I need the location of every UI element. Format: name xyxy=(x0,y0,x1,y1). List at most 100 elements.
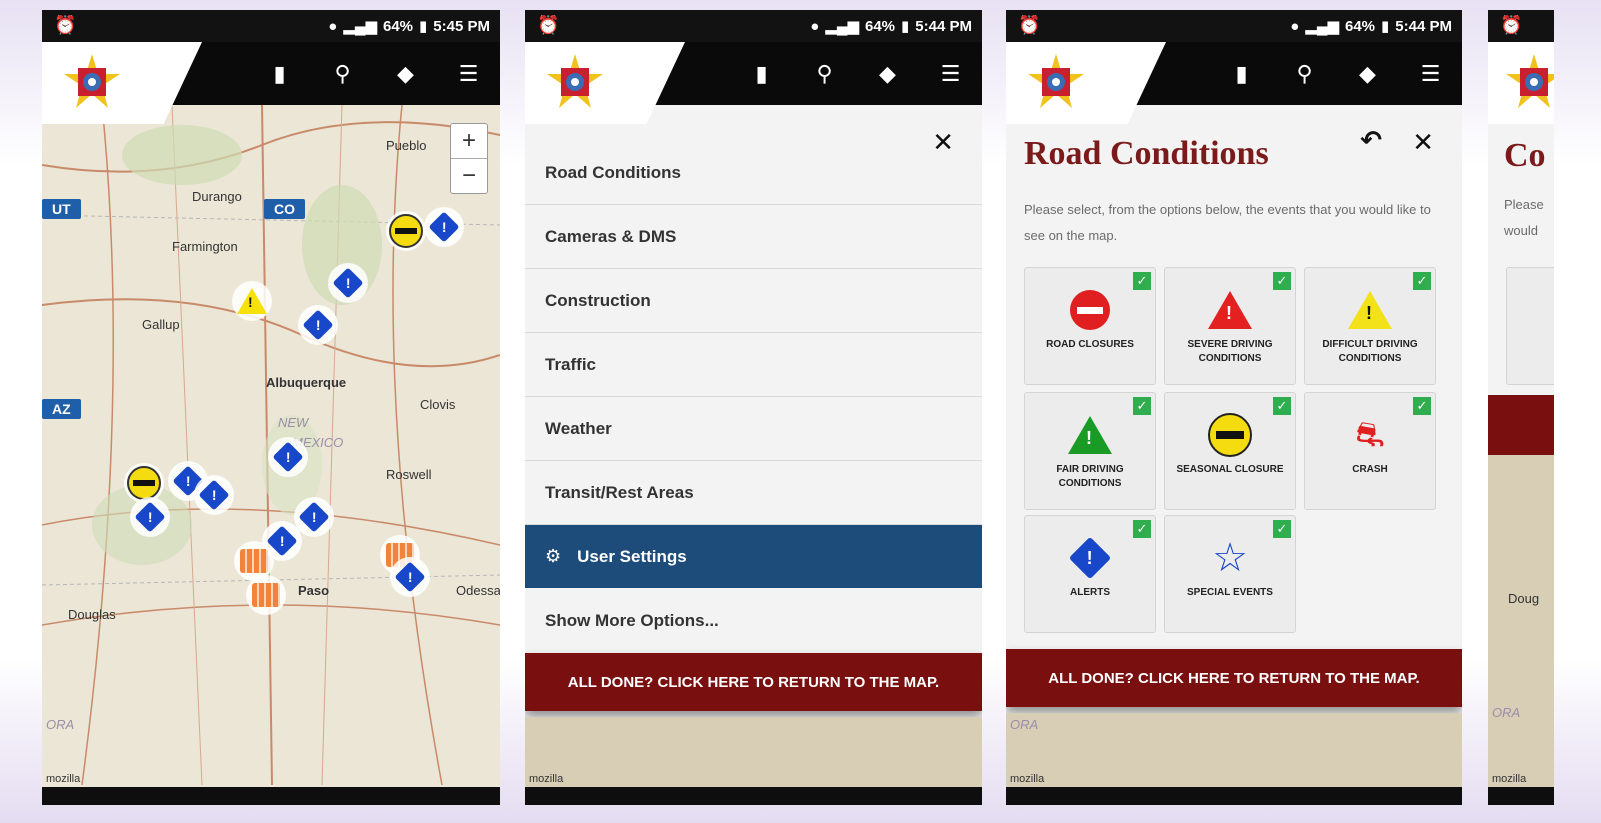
tile-label: SEASONAL CLOSURE xyxy=(1176,464,1284,475)
tile-road-closures[interactable]: ✓ ROAD CLOSURES xyxy=(1024,267,1156,385)
difficult-driving-marker[interactable]: ! xyxy=(232,281,272,321)
seasonal-closure-icon xyxy=(127,466,161,500)
seasonal-closure-marker[interactable] xyxy=(386,211,426,251)
map-credit: mozilla xyxy=(529,773,564,785)
zoom-in-button[interactable]: + xyxy=(451,124,487,158)
header-icons: ▮ ⚲ ◆ ☰ xyxy=(1210,42,1462,105)
tile-severe-driving[interactable]: ✓ ! SEVERE DRIVING CONDITIONS xyxy=(1164,267,1296,385)
tile-crash[interactable]: ✓ ⛐ CRASH xyxy=(1304,392,1436,510)
region-label: ORA xyxy=(1492,705,1521,720)
android-nav-bar xyxy=(525,787,982,805)
alert-marker[interactable]: ! xyxy=(194,475,234,515)
alert-diamond-icon: ! xyxy=(302,309,334,341)
battery-icon: ▮ xyxy=(419,18,428,35)
star-icon: ☆ xyxy=(1212,536,1248,580)
tile-label: CRASH xyxy=(1352,464,1388,475)
menu-item-cameras[interactable]: Cameras & DMS xyxy=(525,205,982,269)
battery-percent: 64% xyxy=(383,17,414,35)
chat-icon[interactable]: ▮ xyxy=(730,42,793,105)
alert-marker[interactable]: ! xyxy=(424,207,464,247)
nmdot-logo[interactable] xyxy=(62,52,122,112)
battery-percent: 64% xyxy=(865,17,896,35)
alert-diamond-icon: ! xyxy=(332,267,364,299)
seasonal-closure-icon xyxy=(389,214,423,248)
chat-icon[interactable]: ▮ xyxy=(1210,42,1273,105)
android-nav-bar xyxy=(1488,787,1554,805)
map-credit: mozilla xyxy=(1492,773,1527,785)
chat-icon[interactable]: ▮ xyxy=(248,42,311,105)
return-to-map-button[interactable]: ALL DONE? CLICK HERE TO RETURN TO THE MA… xyxy=(1006,649,1462,707)
user-settings-label: User Settings xyxy=(577,546,687,566)
layers-icon[interactable]: ◆ xyxy=(1336,42,1399,105)
menu-item-transit[interactable]: Transit/Rest Areas xyxy=(525,461,982,525)
nmdot-logo[interactable] xyxy=(1504,52,1554,112)
status-bar: ⏰ xyxy=(1488,10,1554,42)
partial-done-bar[interactable] xyxy=(1488,395,1554,455)
alert-marker[interactable]: ! xyxy=(328,263,368,303)
tile-special-events[interactable]: ✓ ☆ SPECIAL EVENTS xyxy=(1164,515,1296,633)
logo-area xyxy=(1488,42,1554,124)
menu-item-user-settings[interactable]: ⚙ User Settings xyxy=(525,525,982,588)
partial-desc: would xyxy=(1504,223,1538,238)
back-arrow-icon[interactable]: ↶ xyxy=(1360,125,1382,156)
layers-icon[interactable]: ◆ xyxy=(374,42,437,105)
status-bar: ⏰ ● ▂▄▆ 64% ▮ 5:44 PM xyxy=(1006,10,1462,42)
close-icon[interactable]: ✕ xyxy=(1412,127,1434,158)
tile-seasonal-closure[interactable]: ✓ SEASONAL CLOSURE xyxy=(1164,392,1296,510)
tile-label: ROAD CLOSURES xyxy=(1046,339,1134,350)
menu-icon[interactable]: ☰ xyxy=(1399,42,1462,105)
phone-screen-map: ⏰ ● ▂▄▆ 64% ▮ 5:45 PM ▮ ⚲ ◆ ☰ Pueblo Dur… xyxy=(42,10,500,805)
state-badge-ut[interactable]: UT xyxy=(42,199,81,219)
zoom-control: + − xyxy=(450,123,488,194)
alert-diamond-icon: ! xyxy=(1068,536,1112,580)
tile-fair-driving[interactable]: ✓ ! FAIR DRIVING CONDITIONS xyxy=(1024,392,1156,510)
tile-alerts[interactable]: ✓ ! ALERTS xyxy=(1024,515,1156,633)
construction-marker[interactable] xyxy=(246,575,286,615)
location-icon: ● xyxy=(1290,17,1300,35)
alert-diamond-icon: ! xyxy=(428,211,460,243)
state-badge-az[interactable]: AZ xyxy=(42,399,81,419)
zoom-out-button[interactable]: − xyxy=(451,158,487,193)
layers-icon[interactable]: ◆ xyxy=(856,42,919,105)
status-bar: ⏰ ● ▂▄▆ 64% ▮ 5:44 PM xyxy=(525,10,982,42)
city-label: Clovis xyxy=(420,397,456,412)
menu-icon[interactable]: ☰ xyxy=(919,42,982,105)
menu-item-traffic[interactable]: Traffic xyxy=(525,333,982,397)
menu-icon[interactable]: ☰ xyxy=(437,42,500,105)
yellow-warning-icon: ! xyxy=(1348,291,1392,329)
signal-icon: ▂▄▆ xyxy=(825,18,859,35)
battery-percent: 64% xyxy=(1345,17,1376,35)
map-peek: ORA mozilla xyxy=(1006,713,1462,787)
search-icon[interactable]: ⚲ xyxy=(311,42,374,105)
map-credit: mozilla xyxy=(1010,773,1045,785)
region-label: ORA xyxy=(46,717,75,732)
status-bar: ⏰ ● ▂▄▆ 64% ▮ 5:45 PM xyxy=(42,10,500,42)
header-icons: ▮ ⚲ ◆ ☰ xyxy=(248,42,500,105)
tile-difficult-driving[interactable]: ✓ ! DIFFICULT DRIVING CONDITIONS xyxy=(1304,267,1436,385)
tile-partial[interactable] xyxy=(1506,267,1554,385)
city-label: Roswell xyxy=(386,467,432,482)
alert-marker[interactable]: ! xyxy=(294,497,334,537)
menu-item-weather[interactable]: Weather xyxy=(525,397,982,461)
nmdot-logo[interactable] xyxy=(545,52,605,112)
alert-diamond-icon: ! xyxy=(272,441,304,473)
map-view[interactable]: Pueblo Durango Farmington Gallup Albuque… xyxy=(42,105,500,787)
tile-label: DIFFICULT DRIVING CONDITIONS xyxy=(1322,339,1418,364)
yellow-warning-icon: ! xyxy=(237,288,267,314)
alert-marker[interactable]: ! xyxy=(390,557,430,597)
menu-item-road-conditions[interactable]: Road Conditions xyxy=(525,141,982,205)
menu-item-show-more[interactable]: Show More Options... xyxy=(525,589,982,652)
menu-item-construction[interactable]: Construction xyxy=(525,269,982,333)
alert-marker[interactable]: ! xyxy=(268,437,308,477)
state-badge-co[interactable]: CO xyxy=(264,199,305,219)
return-to-map-button[interactable]: ALL DONE? CLICK HERE TO RETURN TO THE MA… xyxy=(525,653,982,711)
city-label: Odessa xyxy=(456,583,500,598)
search-icon[interactable]: ⚲ xyxy=(1273,42,1336,105)
nmdot-logo[interactable] xyxy=(1026,52,1086,112)
alert-marker[interactable]: ! xyxy=(130,497,170,537)
alert-marker[interactable]: ! xyxy=(298,305,338,345)
location-icon: ● xyxy=(328,17,338,35)
city-label: Paso xyxy=(298,583,330,598)
alert-diamond-icon: ! xyxy=(198,479,230,511)
search-icon[interactable]: ⚲ xyxy=(793,42,856,105)
